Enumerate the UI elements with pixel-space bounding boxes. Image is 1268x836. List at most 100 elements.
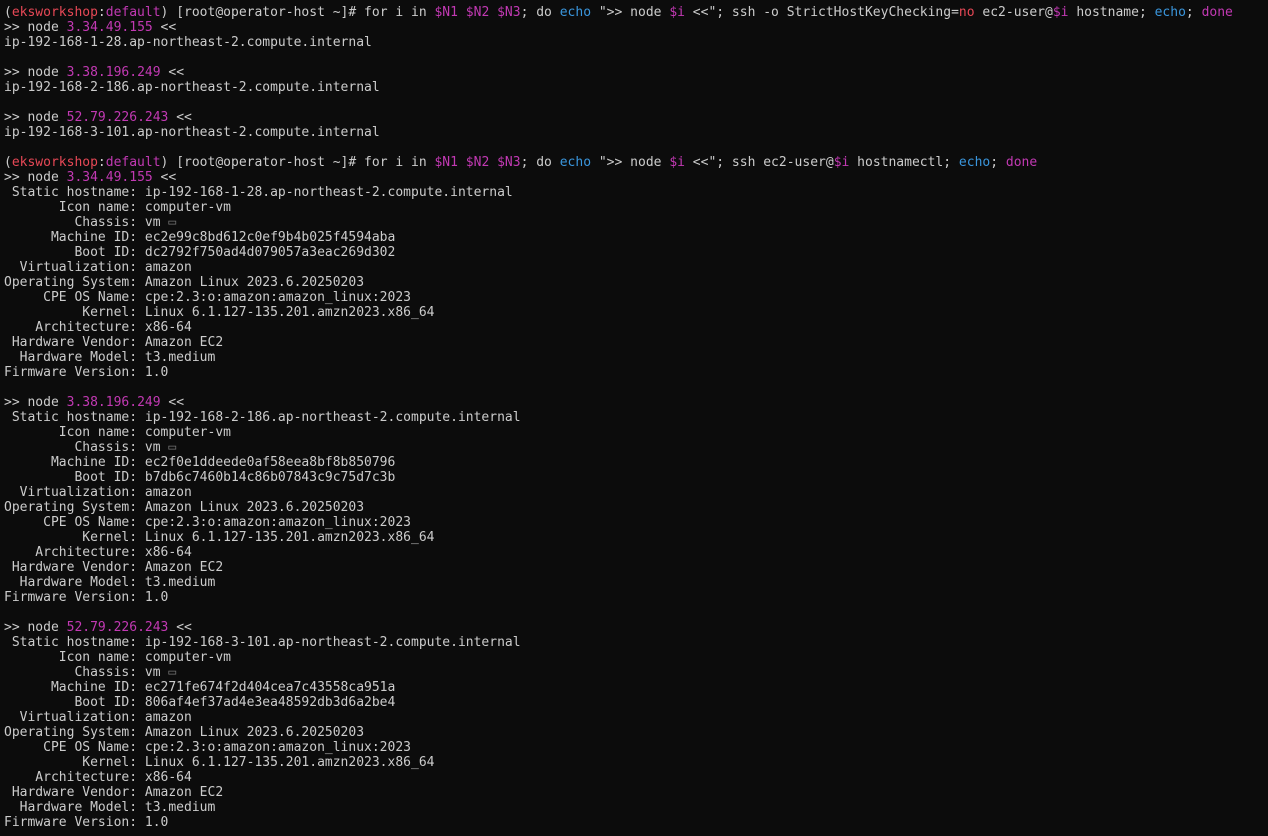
terminal-text-segment: Hardware Vendor: Amazon EC2 xyxy=(4,335,224,350)
terminal-text-segment: << xyxy=(160,395,185,410)
terminal-line: Operating System: Amazon Linux 2023.6.20… xyxy=(4,725,1233,740)
terminal-line: CPE OS Name: cpe:2.3:o:amazon:amazon_lin… xyxy=(4,740,1233,755)
terminal-line: Operating System: Amazon Linux 2023.6.20… xyxy=(4,500,1233,515)
terminal-line: Icon name: computer-vm xyxy=(4,200,1233,215)
terminal-line: Architecture: x86-64 xyxy=(4,320,1233,335)
terminal-line: Machine ID: ec2e99c8bd612c0ef9b4b025f459… xyxy=(4,230,1233,245)
terminal-text-segment: ec2-user@ xyxy=(974,5,1053,20)
terminal-text-segment: Virtualization: amazon xyxy=(4,485,192,500)
terminal-text-segment: : xyxy=(97,5,106,20)
terminal-text-segment: >> node xyxy=(4,110,67,125)
terminal-output: (eksworkshop:default) [root@operator-hos… xyxy=(4,5,1233,830)
terminal-text-segment: CPE OS Name: cpe:2.3:o:amazon:amazon_lin… xyxy=(4,515,411,530)
terminal-text-segment: Icon name: computer-vm xyxy=(4,200,231,215)
terminal-text-segment: <<"; ssh ec2-user@ xyxy=(684,155,834,170)
terminal-line: Kernel: Linux 6.1.127-135.201.amzn2023.x… xyxy=(4,305,1233,320)
terminal-text-segment: Icon name: computer-vm xyxy=(4,425,231,440)
terminal-line: ip-192-168-1-28.ap-northeast-2.compute.i… xyxy=(4,35,1233,50)
terminal-text-segment: $i xyxy=(1052,5,1069,20)
terminal-line: >> node 3.34.49.155 << xyxy=(4,170,1233,185)
terminal-line: Boot ID: dc2792f750ad4d079057a3eac269d30… xyxy=(4,245,1233,260)
terminal-text-segment: Hardware Model: t3.medium xyxy=(4,800,216,815)
terminal-line: Firmware Version: 1.0 xyxy=(4,365,1233,380)
terminal-line: Hardware Vendor: Amazon EC2 xyxy=(4,785,1233,800)
terminal-text-segment: >> node xyxy=(4,65,67,80)
terminal-text-segment: Firmware Version: 1.0 xyxy=(4,590,169,605)
terminal-text-segment: ; xyxy=(1185,5,1202,20)
terminal-text-segment: 3.38.196.249 xyxy=(66,395,161,410)
terminal-line: Virtualization: amazon xyxy=(4,485,1233,500)
terminal-text-segment: Kernel: Linux 6.1.127-135.201.amzn2023.x… xyxy=(4,755,435,770)
terminal-line: Static hostname: ip-192-168-1-28.ap-nort… xyxy=(4,185,1233,200)
terminal-text-segment: no xyxy=(958,5,975,20)
terminal-text-segment: << xyxy=(168,110,192,125)
terminal-text-segment: Hardware Vendor: Amazon EC2 xyxy=(4,785,224,800)
terminal-line: Icon name: computer-vm xyxy=(4,650,1233,665)
terminal-text-segment: ( xyxy=(4,5,12,20)
terminal-text-segment: Firmware Version: 1.0 xyxy=(4,365,169,380)
terminal-text-segment: ip-192-168-1-28.ap-northeast-2.compute.i… xyxy=(4,35,372,50)
terminal-line: Hardware Vendor: Amazon EC2 xyxy=(4,560,1233,575)
terminal-text-segment: ip-192-168-2-186.ap-northeast-2.compute.… xyxy=(4,80,380,95)
terminal-text-segment: >> node xyxy=(4,170,67,185)
terminal-line: >> node 3.34.49.155 << xyxy=(4,20,1233,35)
terminal-text-segment: CPE OS Name: cpe:2.3:o:amazon:amazon_lin… xyxy=(4,740,411,755)
terminal-text-segment: default xyxy=(105,155,161,170)
terminal-text-segment: Boot ID: 806af4ef37ad4e3ea48592db3d6a2be… xyxy=(4,695,396,710)
terminal-text-segment: Architecture: x86-64 xyxy=(4,545,192,560)
terminal-line: Operating System: Amazon Linux 2023.6.20… xyxy=(4,275,1233,290)
terminal-line: Boot ID: 806af4ef37ad4e3ea48592db3d6a2be… xyxy=(4,695,1233,710)
terminal-line: Virtualization: amazon xyxy=(4,710,1233,725)
terminal-line: Hardware Model: t3.medium xyxy=(4,350,1233,365)
terminal-text-segment: << xyxy=(160,65,185,80)
terminal-text-segment: ) [root@operator-host ~]# for i in xyxy=(160,155,435,170)
chassis-vm-icon: ▭ xyxy=(168,215,177,230)
terminal-text-segment: 3.34.49.155 xyxy=(66,20,153,35)
terminal-text-segment: Kernel: Linux 6.1.127-135.201.amzn2023.x… xyxy=(4,530,435,545)
terminal-line: Kernel: Linux 6.1.127-135.201.amzn2023.x… xyxy=(4,755,1233,770)
terminal-text-segment: Machine ID: ec271fe674f2d404cea7c43558ca… xyxy=(4,680,396,695)
terminal-text-segment: Operating System: Amazon Linux 2023.6.20… xyxy=(4,725,365,740)
terminal-text-segment: Hardware Model: t3.medium xyxy=(4,575,216,590)
terminal-line: (eksworkshop:default) [root@operator-hos… xyxy=(4,5,1233,20)
terminal-line: ip-192-168-2-186.ap-northeast-2.compute.… xyxy=(4,80,1233,95)
terminal-text-segment: Architecture: x86-64 xyxy=(4,770,192,785)
terminal-line: Hardware Vendor: Amazon EC2 xyxy=(4,335,1233,350)
terminal-line: Kernel: Linux 6.1.127-135.201.amzn2023.x… xyxy=(4,530,1233,545)
terminal-text-segment: $i xyxy=(833,155,850,170)
terminal-text-segment: ; xyxy=(990,155,1006,170)
chassis-vm-icon: ▭ xyxy=(168,440,177,455)
chassis-vm-icon: ▭ xyxy=(168,665,177,680)
terminal-line: Firmware Version: 1.0 xyxy=(4,815,1233,830)
terminal-text-segment: $i xyxy=(669,155,685,170)
terminal-text-segment: eksworkshop xyxy=(11,155,98,170)
terminal-text-segment: Hardware Vendor: Amazon EC2 xyxy=(4,560,224,575)
terminal-line: CPE OS Name: cpe:2.3:o:amazon:amazon_lin… xyxy=(4,515,1233,530)
terminal-text-segment: ">> node xyxy=(591,155,670,170)
terminal-text-segment: Architecture: x86-64 xyxy=(4,320,192,335)
terminal-line: Chassis: vm ▭ xyxy=(4,665,1233,680)
terminal-line: Hardware Model: t3.medium xyxy=(4,575,1233,590)
terminal-text-segment: >> node xyxy=(4,395,67,410)
terminal-line: Hardware Model: t3.medium xyxy=(4,800,1233,815)
terminal-text-segment: ( xyxy=(4,155,12,170)
terminal-text-segment: echo xyxy=(1154,5,1186,20)
terminal-text-segment: Operating System: Amazon Linux 2023.6.20… xyxy=(4,500,365,515)
terminal-line: Static hostname: ip-192-168-3-101.ap-nor… xyxy=(4,635,1233,650)
terminal-text-segment: Boot ID: dc2792f750ad4d079057a3eac269d30… xyxy=(4,245,396,260)
terminal-line: Firmware Version: 1.0 xyxy=(4,590,1233,605)
terminal-text-segment: ; do xyxy=(520,155,560,170)
terminal-text-segment: >> node xyxy=(4,620,67,635)
terminal-text-segment: >> node xyxy=(4,20,67,35)
terminal-text-segment: $i xyxy=(669,5,685,20)
terminal-window[interactable]: (eksworkshop:default) [root@operator-hos… xyxy=(0,0,1268,836)
terminal-line: Architecture: x86-64 xyxy=(4,770,1233,785)
terminal-text-segment: default xyxy=(105,5,161,20)
terminal-text-segment: Machine ID: ec2e99c8bd612c0ef9b4b025f459… xyxy=(4,230,396,245)
terminal-text-segment: Operating System: Amazon Linux 2023.6.20… xyxy=(4,275,365,290)
terminal-line: Chassis: vm ▭ xyxy=(4,215,1233,230)
